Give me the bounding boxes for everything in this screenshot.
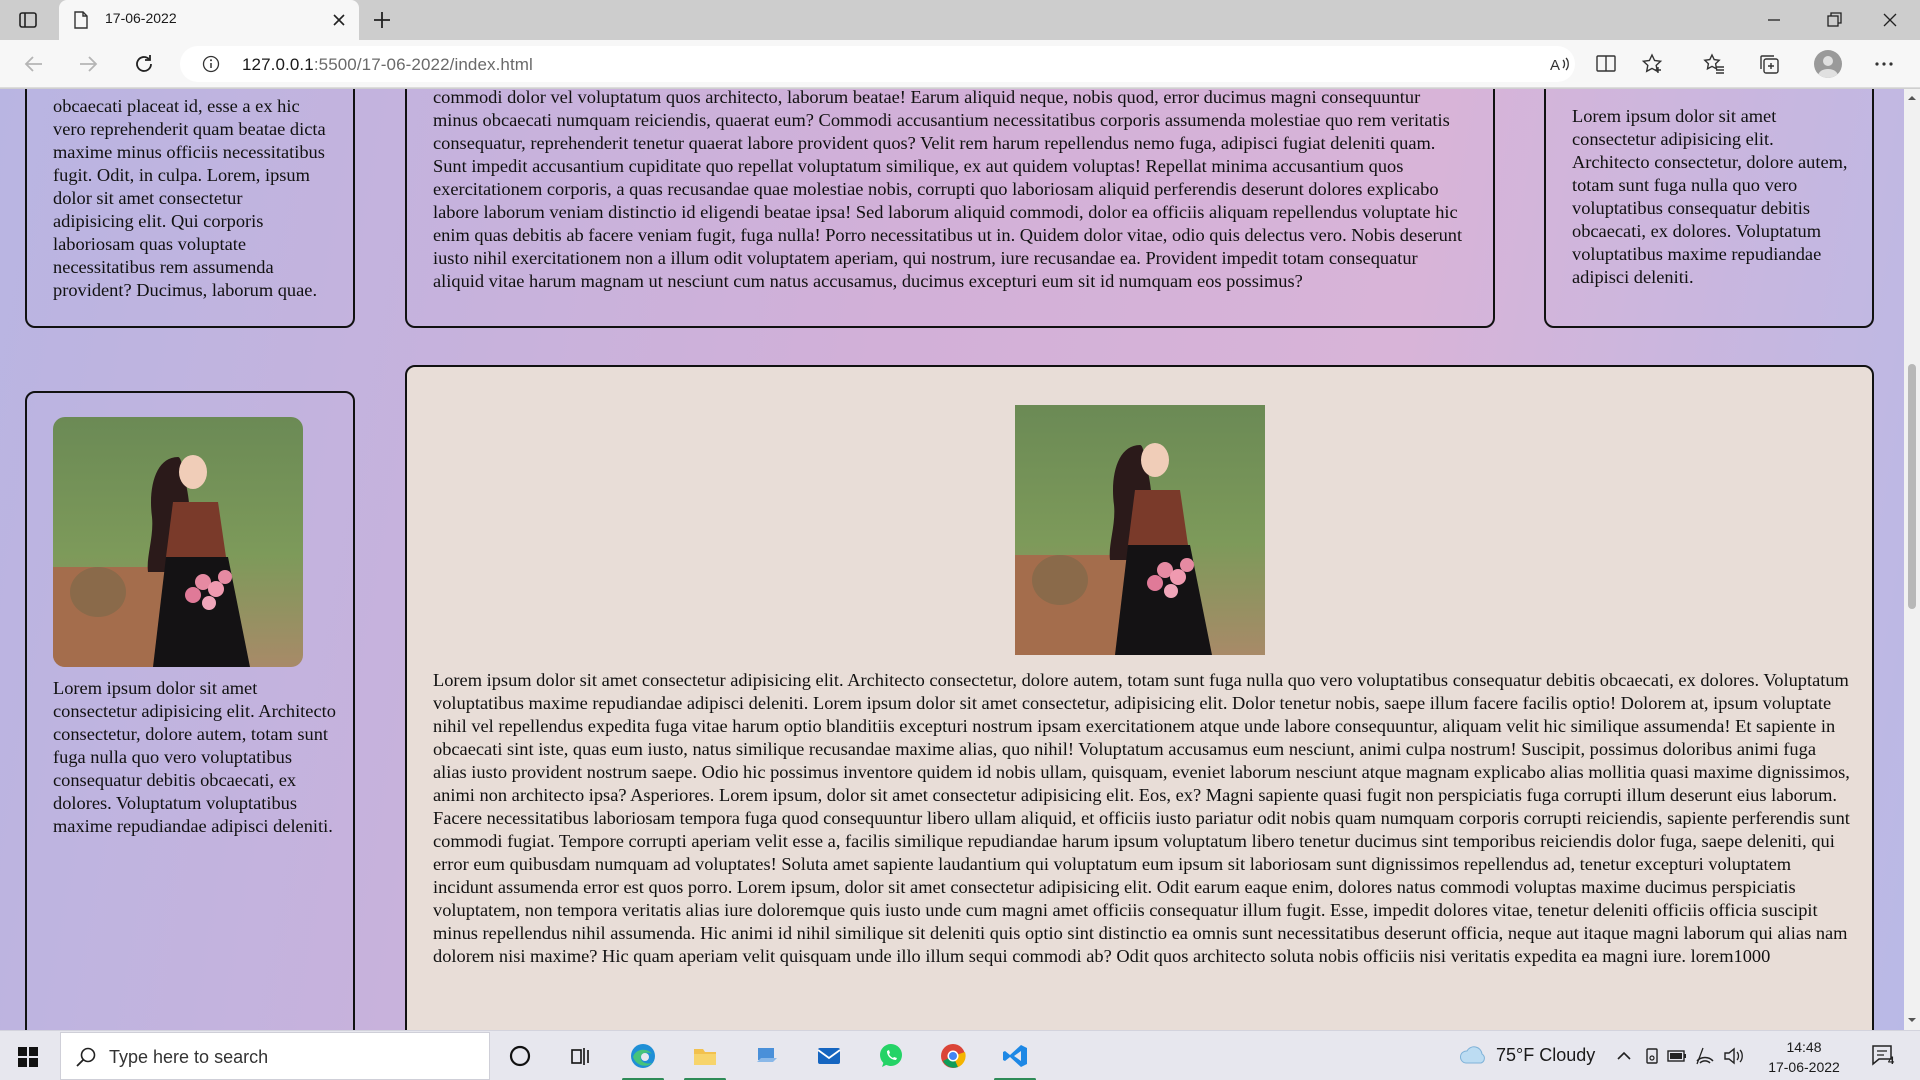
windows-taskbar: Type here to search 75°F Cloudy 14:48 17… [0,1030,1920,1080]
forward-icon[interactable] [76,52,100,76]
address-bar[interactable]: 127.0.0.1:5500/17-06-2022/index.html [180,46,1575,82]
collections-icon[interactable] [1757,52,1781,76]
page-viewport: obcaecati placeat id, esse a ex hic vero… [0,89,1904,1030]
back-icon[interactable] [22,52,46,76]
taskbar-mail[interactable] [800,1031,858,1080]
add-favorite-icon[interactable] [1640,52,1664,76]
refresh-icon[interactable] [132,52,156,76]
immersive-reader-icon[interactable] [1594,52,1618,76]
window-close-icon[interactable] [1878,8,1902,32]
taskbar-clock[interactable]: 14:48 17-06-2022 [1764,1037,1844,1077]
wifi-icon[interactable] [1694,1045,1716,1067]
taskbar-chrome[interactable] [924,1031,982,1080]
taskbar-search[interactable]: Type here to search [60,1032,490,1080]
weather-text[interactable]: 75°F Cloudy [1496,1045,1595,1066]
taskbar-task-view[interactable] [551,1031,609,1080]
clock-time: 14:48 [1786,1039,1822,1055]
page-scrollbar[interactable] [1904,89,1920,1030]
chevron-up-icon[interactable] [1614,1046,1634,1066]
taskbar-edge[interactable] [614,1031,672,1080]
card-left-bottom-text: Lorem ipsum dolor sit amet consectetur a… [53,678,336,836]
taskbar-whatsapp[interactable] [862,1031,920,1080]
taskbar-file-browser[interactable] [738,1031,796,1080]
scroll-thumb[interactable] [1908,364,1916,609]
browser-toolbar: 127.0.0.1:5500/17-06-2022/index.html A [0,40,1920,88]
read-aloud-icon[interactable]: A [1548,52,1572,76]
notification-count: 4 [1888,1055,1895,1067]
card-right-top: Lorem ipsum dolor sit amet consectetur a… [1544,89,1874,328]
vscode-icon [1003,1045,1027,1067]
site-info-icon[interactable] [202,55,220,73]
taskbar-file-explorer[interactable] [676,1031,734,1080]
more-options-icon[interactable] [1872,52,1896,76]
windows-start-icon[interactable] [18,1047,38,1067]
card-middle-top-text: commodi dolor vel voluptatum quos archit… [433,89,1463,291]
weather-cloudy-icon[interactable] [1458,1043,1488,1069]
search-placeholder: Type here to search [109,1047,269,1067]
taskbar-vscode[interactable] [986,1031,1044,1080]
browser-tab-strip: 17-06-2022 [0,0,1920,40]
notification-center[interactable]: 4 [1870,1043,1898,1074]
favorites-icon[interactable] [1702,52,1726,76]
card-main: Lorem ipsum dolor sit amet consectetur a… [405,365,1874,1030]
card-main-text: Lorem ipsum dolor sit amet consectetur a… [433,670,1850,966]
whatsapp-icon [880,1044,902,1067]
woman-with-flowers-image [53,417,303,667]
card-left-bottom: Lorem ipsum dolor sit amet consectetur a… [25,391,355,1030]
card-left-top-text: obcaecati placeat id, esse a ex hic vero… [53,96,326,300]
cortana-icon [509,1045,531,1067]
profile-avatar[interactable] [1814,50,1842,78]
profile-icon [1818,56,1838,78]
svg-text:A: A [1550,57,1560,74]
battery-icon[interactable] [1666,1046,1688,1066]
clock-date: 17-06-2022 [1768,1059,1840,1075]
scroll-down-icon[interactable] [1907,1015,1917,1025]
edge-icon [631,1044,655,1068]
minimize-icon[interactable] [1762,8,1786,32]
page-icon [74,11,88,29]
mail-icon [817,1048,841,1064]
scroll-up-icon[interactable] [1907,93,1917,103]
url-text: 127.0.0.1:5500/17-06-2022/index.html [242,55,533,74]
folder-icon [694,1049,716,1065]
browser-tab[interactable]: 17-06-2022 [59,0,359,40]
chrome-icon [941,1044,966,1068]
card-left-top: obcaecati placeat id, esse a ex hic vero… [25,89,355,328]
device-icon[interactable] [1642,1046,1662,1066]
documents-icon [757,1048,777,1062]
card-right-top-text: Lorem ipsum dolor sit amet consectetur a… [1572,106,1848,287]
close-icon[interactable] [331,12,347,28]
taskbar-cortana[interactable] [491,1031,549,1080]
restore-icon[interactable] [1822,8,1846,32]
volume-icon[interactable] [1722,1045,1744,1067]
card-middle-top: commodi dolor vel voluptatum quos archit… [405,89,1495,328]
task-view-icon [571,1048,589,1065]
main-woman-with-flowers-image [1015,405,1265,655]
new-tab-icon[interactable] [370,8,394,32]
tab-actions-icon[interactable] [16,8,40,32]
search-icon [76,1047,96,1067]
tab-title: 17-06-2022 [105,10,177,26]
